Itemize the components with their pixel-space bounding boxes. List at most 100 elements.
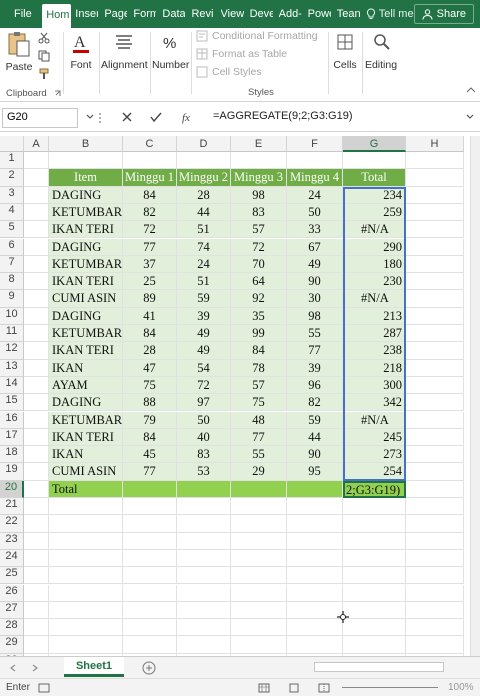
cell[interactable] (231, 515, 287, 533)
row-header[interactable]: 19 (0, 463, 24, 481)
tab-file[interactable]: File (0, 0, 42, 28)
cell[interactable] (24, 203, 49, 222)
table-cell[interactable]: IKAN TERI (49, 342, 123, 360)
cell[interactable] (177, 584, 231, 602)
cell[interactable] (24, 376, 49, 395)
cut-icon[interactable] (38, 32, 50, 44)
cell[interactable] (123, 567, 177, 585)
cell[interactable] (49, 498, 123, 516)
vertical-scrollbar[interactable] (470, 136, 480, 656)
tab-developer[interactable]: Deve (246, 0, 275, 28)
tab-power-pivot[interactable]: Powe (304, 0, 333, 28)
row-header[interactable]: 27 (0, 601, 24, 620)
cell[interactable] (177, 498, 231, 516)
name-box-dropdown-icon[interactable] (86, 114, 94, 120)
cell[interactable] (406, 290, 464, 308)
row-header[interactable]: 20 (0, 480, 24, 498)
row-header[interactable]: 12 (0, 342, 24, 360)
table-cell[interactable]: 82 (287, 394, 343, 412)
cells-button[interactable]: Cells (330, 30, 360, 71)
col-header-h[interactable]: H (406, 136, 464, 152)
table-cell[interactable]: KETUMBAR (49, 255, 123, 274)
tab-data[interactable]: Data (158, 0, 187, 28)
table-cell[interactable]: 218 (343, 359, 406, 377)
table-cell[interactable]: 33 (287, 221, 343, 239)
table-cell[interactable]: IKAN (49, 359, 123, 377)
cell[interactable] (231, 532, 287, 550)
expand-formula-bar-icon[interactable] (466, 114, 474, 120)
row-header[interactable]: 25 (0, 567, 24, 585)
table-cell[interactable]: 234 (343, 186, 406, 204)
table-cell[interactable]: 98 (287, 307, 343, 325)
cell[interactable] (287, 515, 343, 533)
cell[interactable] (231, 601, 287, 620)
row-header[interactable]: 21 (0, 498, 24, 516)
cell[interactable] (231, 498, 287, 516)
cell[interactable] (123, 549, 177, 568)
table-cell[interactable]: 79 (123, 411, 177, 429)
table-cell[interactable]: 83 (177, 446, 231, 464)
table-cell[interactable]: 67 (287, 238, 343, 256)
table-cell[interactable]: 180 (343, 255, 406, 274)
new-sheet-icon[interactable] (142, 661, 156, 675)
cell[interactable] (123, 515, 177, 533)
table-cell[interactable]: 245 (343, 428, 406, 447)
cell[interactable] (287, 498, 343, 516)
cell[interactable] (343, 532, 406, 550)
table-cell[interactable]: 213 (343, 307, 406, 325)
table-cell[interactable]: CUMI ASIN (49, 290, 123, 308)
table-cell[interactable]: 51 (177, 221, 231, 239)
cell[interactable] (406, 549, 464, 568)
cell[interactable] (406, 480, 464, 498)
cell[interactable] (406, 255, 464, 274)
cell[interactable] (24, 169, 49, 187)
format-painter-icon[interactable] (38, 68, 50, 80)
cell[interactable] (406, 463, 464, 481)
cell[interactable] (177, 636, 231, 654)
table-cell[interactable]: IKAN TERI (49, 428, 123, 447)
table-cell[interactable]: 49 (287, 255, 343, 274)
table-cell[interactable]: DAGING (49, 394, 123, 412)
cell[interactable] (24, 532, 49, 550)
table-cell[interactable]: 84 (123, 186, 177, 204)
cell[interactable] (49, 152, 123, 170)
format-as-table-button[interactable]: Format as Table (196, 48, 287, 60)
table-cell[interactable]: 82 (123, 203, 177, 222)
table-cell[interactable]: 89 (123, 290, 177, 308)
row-header[interactable]: 18 (0, 446, 24, 464)
row-header[interactable]: 8 (0, 273, 24, 291)
cell[interactable] (123, 601, 177, 620)
enter-check-icon[interactable] (150, 112, 162, 122)
cell[interactable] (406, 532, 464, 550)
table-cell[interactable]: 90 (287, 446, 343, 464)
table-cell[interactable]: 72 (231, 238, 287, 256)
cell[interactable] (231, 567, 287, 585)
cell[interactable] (406, 203, 464, 222)
table-cell[interactable]: 57 (231, 376, 287, 395)
cell[interactable] (24, 567, 49, 585)
cell[interactable] (287, 567, 343, 585)
table-cell[interactable]: DAGING (49, 307, 123, 325)
table-cell[interactable]: 70 (231, 255, 287, 274)
col-header-e[interactable]: E (231, 136, 287, 152)
table-cell[interactable]: 95 (287, 463, 343, 481)
table-cell[interactable]: 72 (123, 221, 177, 239)
cell[interactable] (406, 359, 464, 377)
cell[interactable] (24, 221, 49, 239)
cell[interactable] (406, 411, 464, 429)
table-cell[interactable]: 74 (177, 238, 231, 256)
cell[interactable] (24, 601, 49, 620)
table-cell[interactable]: 55 (231, 446, 287, 464)
row-header[interactable]: 26 (0, 584, 24, 602)
table-cell[interactable]: 99 (231, 325, 287, 343)
table-cell[interactable]: 44 (177, 203, 231, 222)
table-cell[interactable]: 59 (177, 290, 231, 308)
tab-home[interactable]: Hom (42, 4, 72, 28)
table-cell[interactable]: 97 (177, 394, 231, 412)
cell[interactable] (406, 376, 464, 395)
table-cell[interactable]: 45 (123, 446, 177, 464)
cell[interactable] (24, 325, 49, 343)
cell[interactable] (177, 532, 231, 550)
table-cell[interactable]: 259 (343, 203, 406, 222)
cell[interactable] (406, 152, 464, 170)
